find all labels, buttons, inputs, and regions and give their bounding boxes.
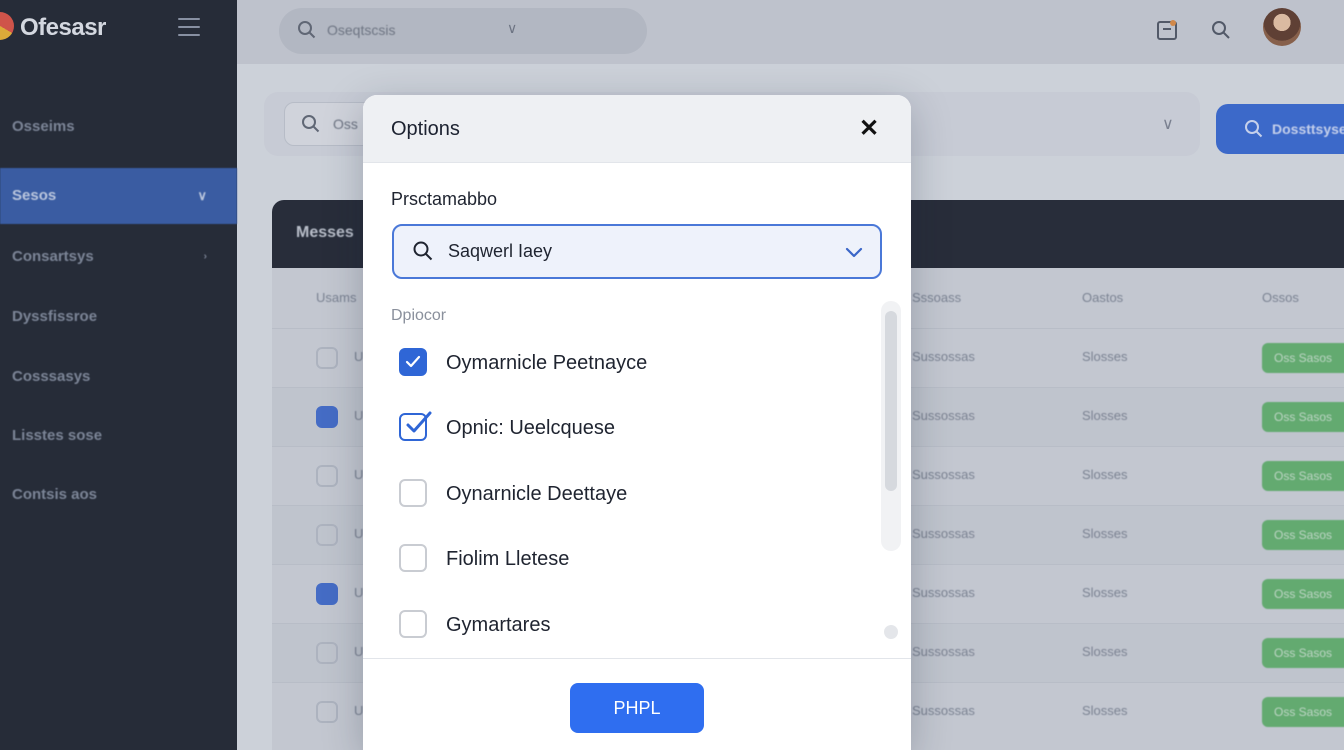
option-item-4[interactable]: Fiolim Lletese [397, 539, 857, 579]
option-label: Oymarnicle Peetnayce [446, 352, 648, 374]
select-label: Prsctamabbo [391, 189, 498, 209]
scrollbar-thumb[interactable] [885, 311, 897, 491]
option-label: Fiolim Lletese [446, 548, 570, 570]
close-icon[interactable]: ✕ [855, 115, 883, 143]
option-label: Opnic: Ueelcquese [446, 417, 615, 439]
check-icon [405, 355, 421, 368]
option-item-3[interactable]: Oynarnicle Deettaye [397, 474, 857, 514]
dialog-title: Options [391, 118, 460, 140]
chevron-down-icon [845, 247, 863, 258]
scroll-indicator [884, 625, 898, 639]
checkbox-checked[interactable] [399, 411, 432, 441]
option-item-1[interactable]: Oymarnicle Peetnayce [397, 343, 857, 383]
options-scrollbar[interactable] [881, 301, 901, 551]
apply-button[interactable]: PHPL [570, 683, 704, 733]
option-label: Gymartares [446, 614, 551, 636]
select-value: Saqwerl Iaey [448, 241, 553, 261]
options-select[interactable]: Saqwerl Iaey [392, 224, 882, 279]
options-group-label: Dpiocor [391, 307, 447, 324]
option-label: Oynarnicle Deettaye [446, 483, 628, 505]
dialog-header: Options ✕ [363, 95, 911, 163]
checkbox-checked[interactable] [399, 348, 427, 376]
option-item-2[interactable]: Opnic: Ueelcquese [397, 408, 857, 448]
options-dialog: Options ✕ Prsctamabbo Saqwerl Iaey Dpioc… [363, 95, 911, 750]
dialog-footer: PHPL [363, 658, 911, 750]
option-item-5[interactable]: Gymartares [397, 605, 857, 645]
checkbox-unchecked[interactable] [399, 544, 427, 572]
search-icon [413, 241, 433, 261]
checkbox-unchecked[interactable] [399, 610, 427, 638]
check-icon [406, 411, 432, 433]
checkbox-unchecked[interactable] [399, 479, 427, 507]
